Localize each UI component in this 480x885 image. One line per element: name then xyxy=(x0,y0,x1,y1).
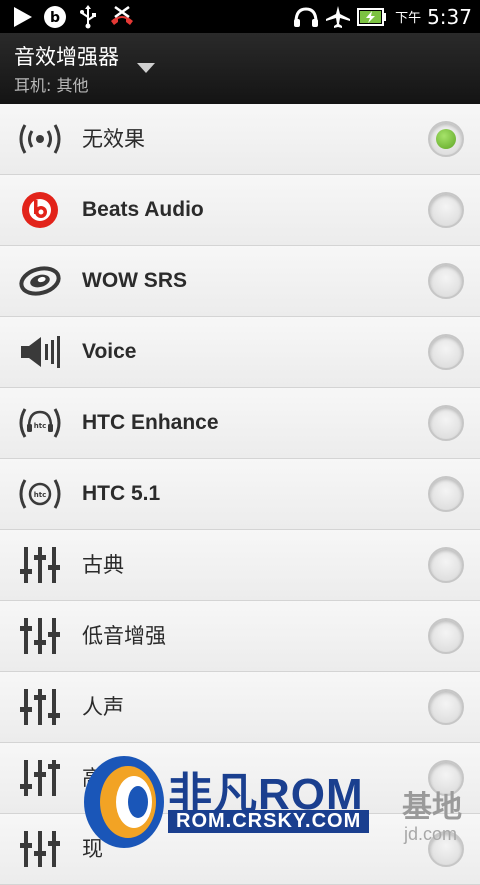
option-wow-srs[interactable]: WOW SRS xyxy=(0,246,480,317)
option-label: WOW SRS xyxy=(82,269,187,292)
option-classical[interactable]: 古典 xyxy=(0,530,480,601)
svg-text:b: b xyxy=(50,10,60,26)
watermark-site: ROM.CRSKY.COM xyxy=(168,810,370,833)
option-no-effect[interactable]: 无效果 xyxy=(0,104,480,175)
dropdown-caret-icon[interactable] xyxy=(137,63,155,73)
headset-subtitle: 耳机: 其他 xyxy=(14,76,89,95)
status-time: 5:37 xyxy=(427,4,472,29)
beats-audio-icon xyxy=(14,188,66,232)
option-voice[interactable]: Voice xyxy=(0,317,480,388)
equalizer-icon xyxy=(14,756,66,800)
status-bar: b 下午 5:37 xyxy=(0,0,480,33)
status-ampm: 下午 xyxy=(395,11,422,26)
radio-unselected[interactable] xyxy=(428,476,464,512)
htc-enhance-icon: htc xyxy=(14,401,66,445)
watermark-cn: 基地 xyxy=(402,790,462,825)
option-beats-audio[interactable]: Beats Audio xyxy=(0,175,480,246)
status-clock: 下午 5:37 xyxy=(395,0,472,33)
equalizer-icon xyxy=(14,827,66,871)
option-bass-boost[interactable]: 低音增强 xyxy=(0,601,480,672)
watermark-site-suffix: jd.com xyxy=(404,824,458,844)
srs-wow-icon xyxy=(14,259,66,303)
radio-selected[interactable] xyxy=(428,121,464,157)
battery-charging-icon xyxy=(356,0,388,33)
airplane-mode-icon xyxy=(324,0,352,33)
equalizer-icon xyxy=(14,614,66,658)
option-htc-enhance[interactable]: htc HTC Enhance xyxy=(0,388,480,459)
htc-51-icon: htc xyxy=(14,472,66,516)
radio-unselected[interactable] xyxy=(428,547,464,583)
radio-unselected[interactable] xyxy=(428,689,464,725)
equalizer-icon xyxy=(14,543,66,587)
option-label: HTC Enhance xyxy=(82,411,219,434)
radio-unselected[interactable] xyxy=(428,405,464,441)
option-label: 人声 xyxy=(82,695,124,719)
svg-text:htc: htc xyxy=(34,491,46,499)
page-title: 音效增强器 xyxy=(14,45,119,69)
option-label: 无效果 xyxy=(82,127,145,151)
usb-icon xyxy=(76,0,100,33)
missed-call-icon xyxy=(108,0,136,33)
headphones-icon xyxy=(292,0,320,33)
option-label: Voice xyxy=(82,340,137,363)
play-icon xyxy=(10,0,36,33)
speaker-icon xyxy=(14,330,66,374)
option-label: 低音增强 xyxy=(82,624,166,648)
radio-unselected[interactable] xyxy=(428,618,464,654)
option-label: HTC 5.1 xyxy=(82,482,161,505)
equalizer-icon xyxy=(14,685,66,729)
option-htc-51[interactable]: htc HTC 5.1 xyxy=(0,459,480,530)
no-effect-icon xyxy=(14,117,66,161)
radio-unselected[interactable] xyxy=(428,334,464,370)
watermark-logo-icon xyxy=(84,756,164,848)
option-label: Beats Audio xyxy=(82,198,204,221)
svg-text:htc: htc xyxy=(34,422,46,430)
radio-unselected[interactable] xyxy=(428,192,464,228)
option-label: 古典 xyxy=(82,553,124,577)
sound-enhancer-header[interactable]: 音效增强器 耳机: 其他 xyxy=(0,33,480,106)
radio-unselected[interactable] xyxy=(428,263,464,299)
option-vocal[interactable]: 人声 xyxy=(0,672,480,743)
beats-icon: b xyxy=(42,0,68,33)
